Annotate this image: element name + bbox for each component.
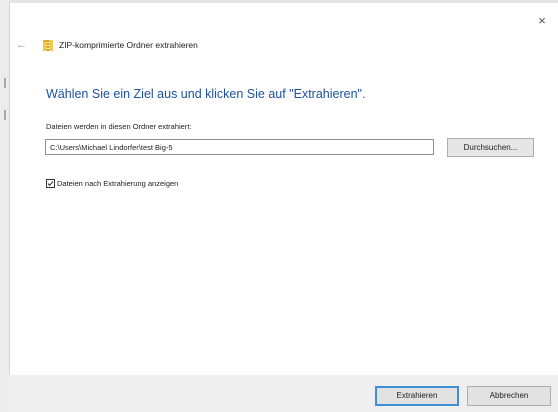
show-files-checkbox[interactable] [46, 179, 55, 188]
cancel-button[interactable]: Abbrechen [467, 386, 551, 406]
arrow-left-icon[interactable]: ← [16, 39, 30, 51]
zip-folder-icon [43, 40, 53, 51]
window-left-edge [0, 0, 10, 412]
window-title: ZIP-komprimierte Ordner extrahieren [59, 40, 198, 50]
edge-tick [4, 78, 6, 88]
destination-label: Dateien werden in diesen Ordner extrahie… [46, 122, 192, 131]
destination-path-input[interactable] [45, 139, 434, 155]
extract-dialog: × ← ZIP-komprimierte Ordner extrahieren … [0, 0, 558, 412]
show-files-label[interactable]: Dateien nach Extrahierung anzeigen [57, 178, 178, 189]
edge-tick [4, 110, 6, 120]
page-heading: Wählen Sie ein Ziel aus und klicken Sie … [46, 87, 366, 101]
checkmark-icon [47, 181, 54, 187]
extract-button[interactable]: Extrahieren [375, 386, 459, 406]
window-top-edge [9, 0, 558, 3]
browse-button[interactable]: Durchsuchen... [447, 138, 534, 157]
close-icon[interactable]: × [535, 14, 549, 28]
